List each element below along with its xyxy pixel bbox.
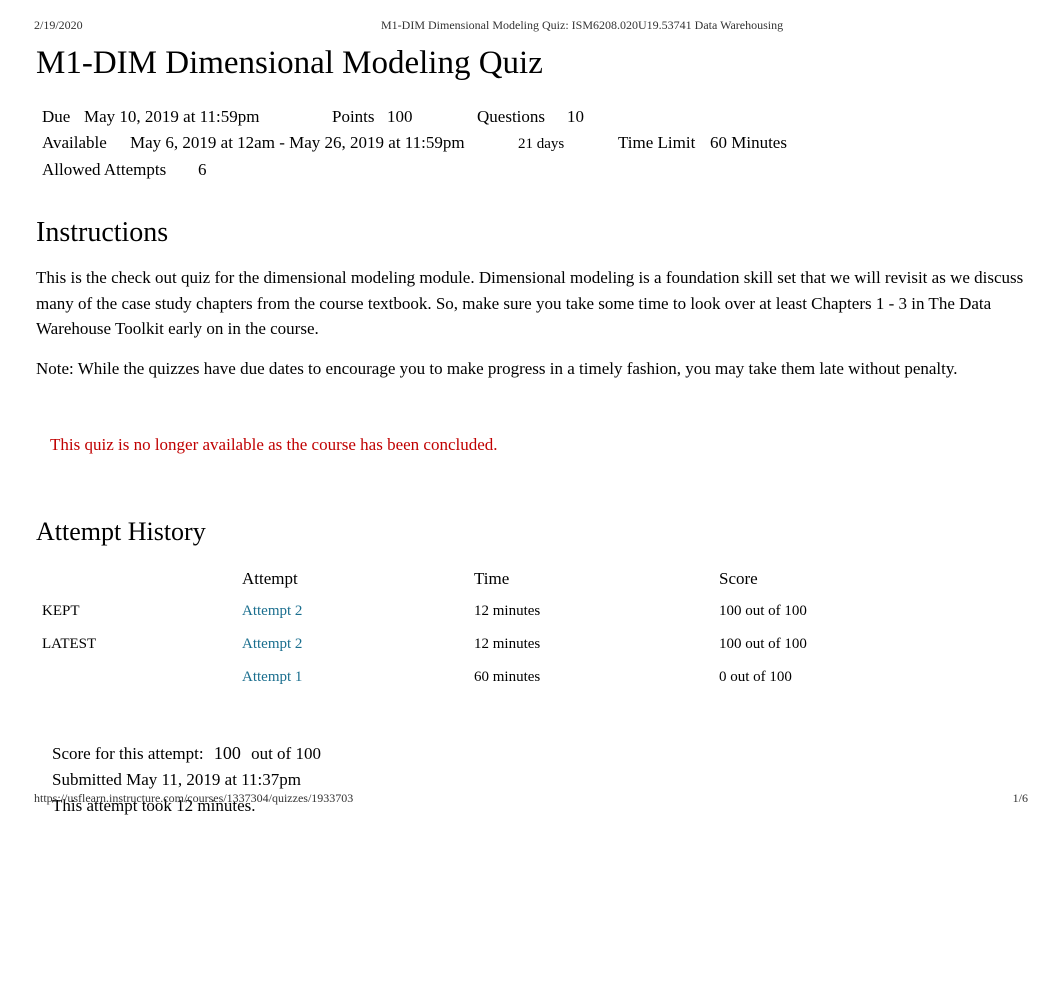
table-row: KEPT Attempt 2 12 minutes 100 out of 100	[34, 595, 1028, 628]
col-time: Time	[466, 563, 711, 595]
timelimit-value: 60 Minutes	[710, 130, 787, 156]
page-title: M1-DIM Dimensional Modeling Quiz	[36, 45, 1028, 82]
footer-page: 1/6	[1013, 791, 1028, 806]
instructions-heading: Instructions	[36, 217, 1028, 249]
due-value: May 10, 2019 at 11:59pm	[84, 104, 332, 130]
row-tag	[34, 661, 234, 694]
row-score: 100 out of 100	[711, 628, 1028, 661]
score-outof: out of 100	[251, 744, 321, 763]
available-label: Available	[42, 130, 130, 156]
allowed-attempts-value: 6	[198, 157, 207, 183]
timelimit-label: Time Limit	[618, 130, 710, 156]
attempt-history-heading: Attempt History	[36, 517, 1028, 547]
print-title: M1-DIM Dimensional Modeling Quiz: ISM620…	[381, 18, 783, 33]
points-label: Points	[332, 104, 387, 130]
row-score: 0 out of 100	[711, 661, 1028, 694]
col-blank	[34, 563, 234, 595]
questions-label: Questions	[477, 104, 567, 130]
due-label: Due	[42, 104, 84, 130]
footer-url: https://usflearn.instructure.com/courses…	[34, 791, 353, 806]
table-row: LATEST Attempt 2 12 minutes 100 out of 1…	[34, 628, 1028, 661]
print-footer: https://usflearn.instructure.com/courses…	[34, 791, 1028, 806]
available-days: 21 days	[518, 133, 618, 156]
instructions-p2: Note: While the quizzes have due dates t…	[36, 356, 1026, 382]
quiz-closed-notice: This quiz is no longer available as the …	[50, 435, 1026, 455]
instructions-body: This is the check out quiz for the dimen…	[36, 265, 1026, 381]
print-header: 2/19/2020 M1-DIM Dimensional Modeling Qu…	[34, 18, 1028, 33]
attempt-link[interactable]: Attempt 1	[242, 669, 302, 685]
col-attempt: Attempt	[234, 563, 466, 595]
questions-value: 10	[567, 104, 584, 130]
available-value: May 6, 2019 at 12am - May 26, 2019 at 11…	[130, 130, 518, 156]
allowed-attempts-label: Allowed Attempts	[42, 157, 198, 183]
attempt-link[interactable]: Attempt 2	[242, 603, 302, 619]
table-row: Attempt 1 60 minutes 0 out of 100	[34, 661, 1028, 694]
row-time: 12 minutes	[466, 628, 711, 661]
submitted-line: Submitted May 11, 2019 at 11:37pm	[52, 767, 1028, 793]
score-summary: Score for this attempt: 100 out of 100 S…	[52, 740, 1028, 818]
row-time: 12 minutes	[466, 595, 711, 628]
table-header-row: Attempt Time Score	[34, 563, 1028, 595]
row-score: 100 out of 100	[711, 595, 1028, 628]
row-time: 60 minutes	[466, 661, 711, 694]
col-score: Score	[711, 563, 1028, 595]
row-tag: LATEST	[34, 628, 234, 661]
row-tag: KEPT	[34, 595, 234, 628]
score-value: 100	[208, 743, 247, 763]
instructions-p1: This is the check out quiz for the dimen…	[36, 265, 1026, 342]
points-value: 100	[387, 104, 477, 130]
print-date: 2/19/2020	[34, 18, 381, 33]
attempt-link[interactable]: Attempt 2	[242, 636, 302, 652]
quiz-meta: Due May 10, 2019 at 11:59pm Points 100 Q…	[34, 100, 1028, 193]
attempt-history-table: Attempt Time Score KEPT Attempt 2 12 min…	[34, 563, 1028, 694]
score-label: Score for this attempt:	[52, 744, 204, 763]
